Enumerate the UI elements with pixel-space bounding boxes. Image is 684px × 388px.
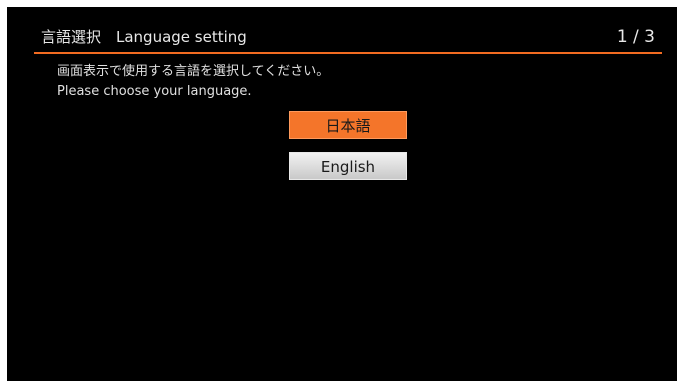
header: 言語選択 Language setting 1 / 3 [7, 7, 677, 54]
language-button-english[interactable]: English [289, 152, 407, 180]
page-indicator: 1 / 3 [616, 27, 655, 47]
instruction-japanese: 画面表示で使用する言語を選択してください。 [57, 64, 330, 79]
language-button-japanese[interactable]: 日本語 [289, 111, 407, 139]
header-divider [34, 52, 662, 54]
page-title: 言語選択 Language setting [41, 28, 247, 46]
language-setting-screen: 言語選択 Language setting 1 / 3 画面表示で使用する言語を… [7, 7, 677, 381]
instruction-english: Please choose your language. [57, 84, 252, 99]
instructions: 画面表示で使用する言語を選択してください。 Please choose your… [57, 62, 329, 102]
